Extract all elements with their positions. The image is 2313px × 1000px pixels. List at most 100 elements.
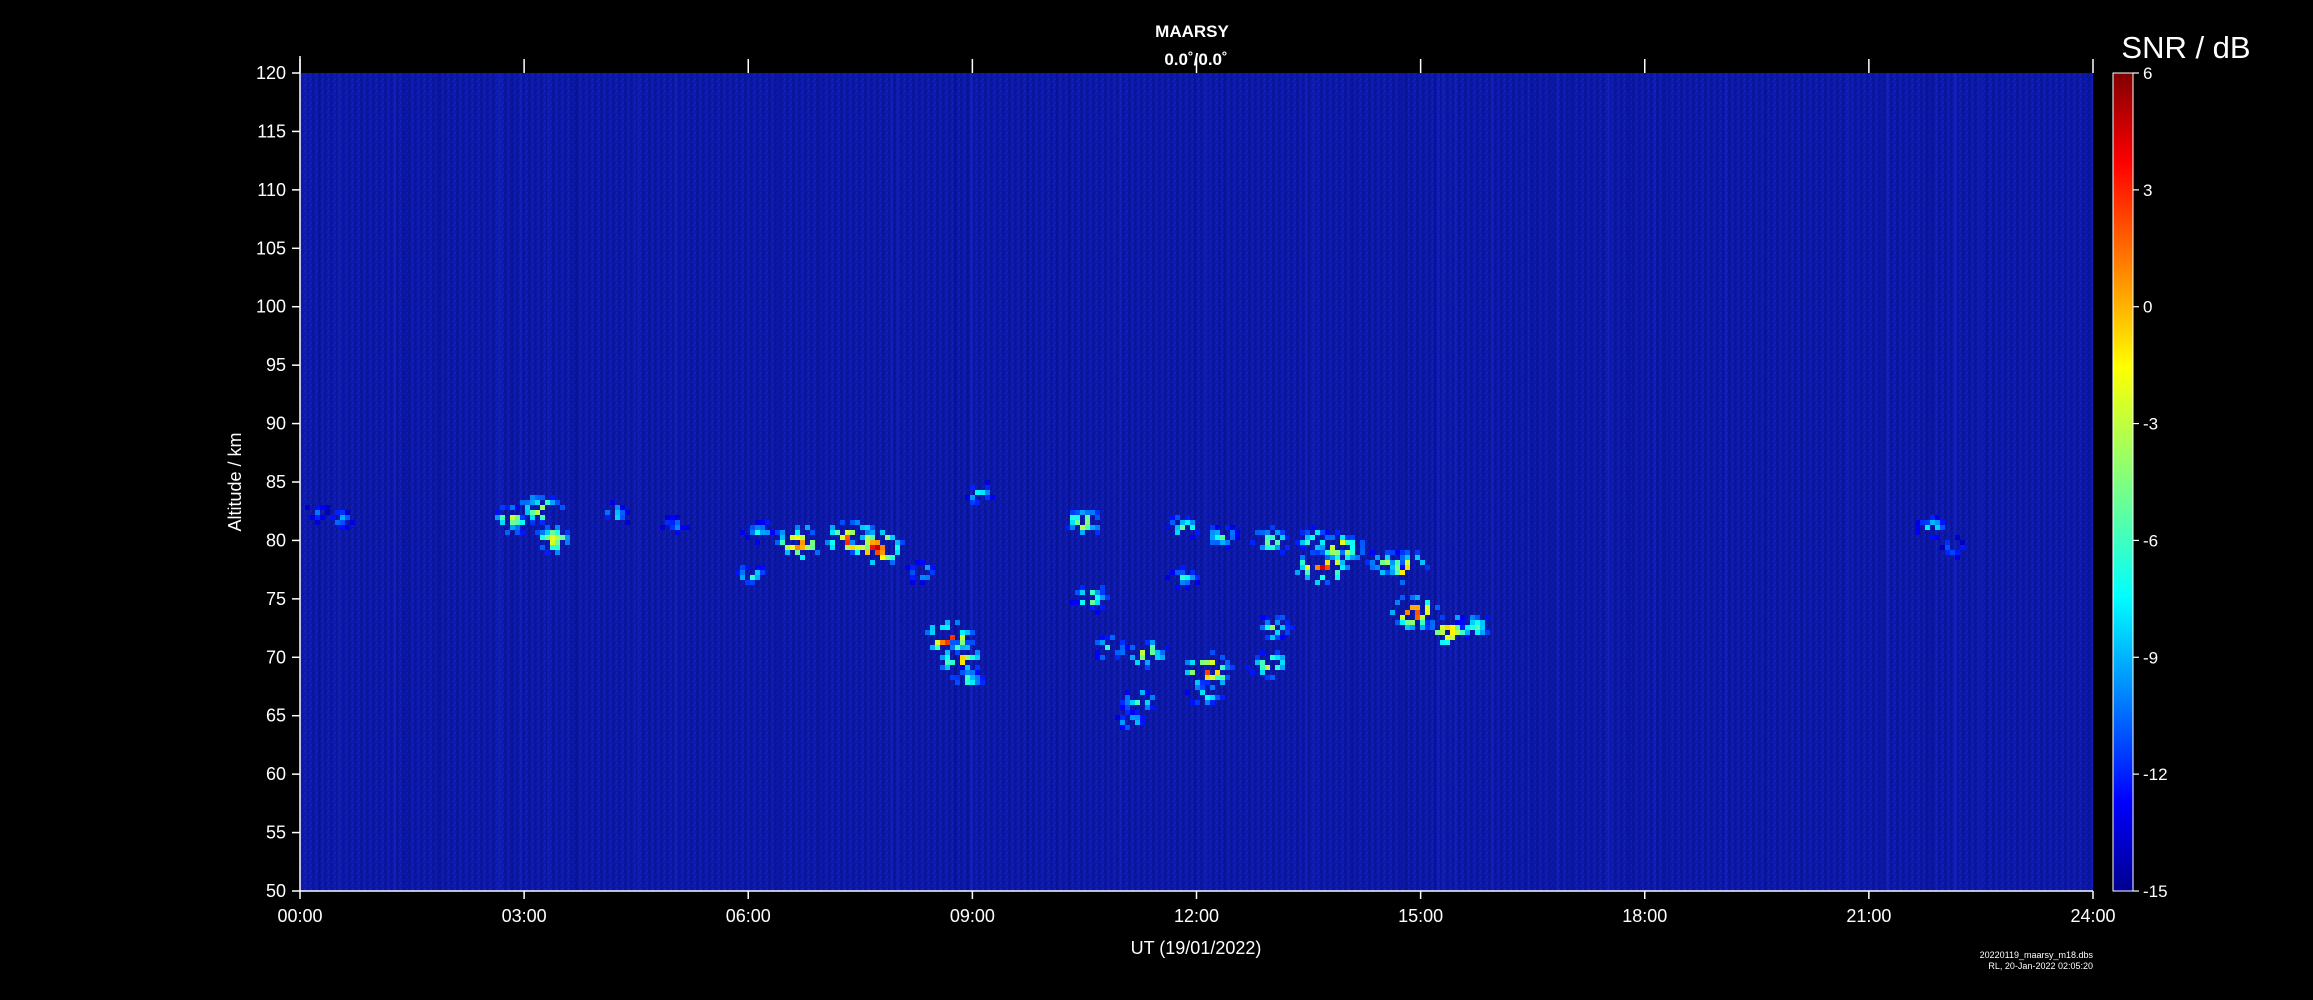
noise-stripe: [1653, 73, 1656, 891]
echo-cell: [1225, 545, 1230, 550]
echo-cell: [980, 680, 985, 685]
echo-cell: [1405, 620, 1410, 625]
echo-cell: [530, 500, 535, 505]
echo-cell: [1175, 585, 1180, 590]
echo-cell: [955, 640, 960, 645]
echo-cell: [1225, 660, 1230, 665]
echo-cell: [1190, 520, 1195, 525]
echo-cell: [1465, 635, 1470, 640]
echo-cell: [1925, 520, 1930, 525]
echo-cell: [1290, 625, 1295, 630]
echo-cell: [1075, 515, 1080, 520]
echo-cell: [1410, 625, 1415, 630]
echo-cell: [565, 535, 570, 540]
echo-cell: [1170, 515, 1175, 520]
echo-cell: [1310, 535, 1315, 540]
echo-cell: [1275, 540, 1280, 545]
echo-cell: [800, 535, 805, 540]
echo-cell: [1335, 560, 1340, 565]
echo-cell: [1445, 635, 1450, 640]
colorbar-ticks: 6 3 0 -3 -6 -9 -12 -15: [2133, 64, 2168, 901]
echo-cell: [1265, 545, 1270, 550]
echo-cell: [865, 530, 870, 535]
echo-cell: [1330, 535, 1335, 540]
echo-cell: [1235, 530, 1240, 535]
echo-cell: [1145, 660, 1150, 665]
noise-stripe: [1406, 73, 1408, 891]
echo-cell: [1145, 640, 1150, 645]
echo-cell: [1145, 665, 1150, 670]
echo-cell: [965, 680, 970, 685]
echo-cell: [1385, 550, 1390, 555]
echo-cell: [1345, 540, 1350, 545]
echo-cell: [940, 655, 945, 660]
echo-cell: [1940, 525, 1945, 530]
colorbar: [2112, 72, 2134, 892]
echo-cell: [1280, 535, 1285, 540]
echo-cell: [795, 535, 800, 540]
echo-cell: [1300, 545, 1305, 550]
echo-cell: [745, 535, 750, 540]
echo-cell: [1915, 520, 1920, 525]
echo-cell: [975, 680, 980, 685]
echo-cell: [1230, 665, 1235, 670]
noise-stripe: [1925, 73, 1928, 891]
echo-cell: [1300, 555, 1305, 560]
echo-cell: [1150, 705, 1155, 710]
echo-cell: [1170, 570, 1175, 575]
echo-cell: [865, 550, 870, 555]
echo-cell: [320, 505, 325, 510]
echo-cell: [750, 575, 755, 580]
echo-cell: [935, 645, 940, 650]
noise-stripe: [1352, 73, 1355, 891]
echo-cell: [1225, 525, 1230, 530]
echo-cell: [1320, 565, 1325, 570]
echo-cell: [1285, 620, 1290, 625]
echo-cell: [800, 540, 805, 545]
echo-cell: [800, 555, 805, 560]
echo-cell: [1270, 525, 1275, 530]
echo-cell: [1385, 555, 1390, 560]
echo-cell: [1350, 545, 1355, 550]
echo-cell: [525, 510, 530, 515]
echo-cell: [1320, 550, 1325, 555]
x-tick-label: 03:00: [502, 906, 547, 926]
noise-stripe: [1305, 73, 1308, 891]
echo-cell: [605, 515, 610, 520]
echo-cell: [1400, 565, 1405, 570]
echo-cell: [1425, 565, 1430, 570]
echo-cell: [1205, 695, 1210, 700]
echo-cell: [1400, 595, 1405, 600]
echo-cell: [1315, 530, 1320, 535]
echo-cell: [1125, 645, 1130, 650]
echo-cell: [1335, 555, 1340, 560]
echo-cell: [1360, 550, 1365, 555]
echo-cell: [1395, 560, 1400, 565]
echo-cell: [1165, 525, 1170, 530]
echo-cell: [350, 520, 355, 525]
y-tick-label: 90: [266, 414, 286, 434]
echo-cell: [1320, 545, 1325, 550]
echo-cell: [1470, 620, 1475, 625]
echo-cell: [850, 520, 855, 525]
echo-cell: [1455, 615, 1460, 620]
echo-cell: [1370, 560, 1375, 565]
echo-cell: [325, 510, 330, 515]
echo-cell: [1935, 515, 1940, 520]
noise-stripe: [1491, 73, 1494, 891]
echo-cell: [1175, 515, 1180, 520]
echo-cell: [855, 520, 860, 525]
noise-stripe: [1223, 73, 1226, 891]
echo-cell: [1440, 640, 1445, 645]
noise-stripe: [896, 73, 899, 891]
echo-cell: [850, 550, 855, 555]
echo-cell: [1925, 525, 1930, 530]
noise-stripe: [1532, 73, 1535, 891]
chart-title: MAARSY: [1155, 22, 1229, 41]
echo-cell: [920, 580, 925, 585]
echo-cell: [1455, 630, 1460, 635]
echo-cell: [610, 500, 615, 505]
echo-cell: [1390, 570, 1395, 575]
footer-filename: 20220119_maarsy_m18.dbs: [1980, 950, 2094, 960]
echo-cell: [685, 525, 690, 530]
